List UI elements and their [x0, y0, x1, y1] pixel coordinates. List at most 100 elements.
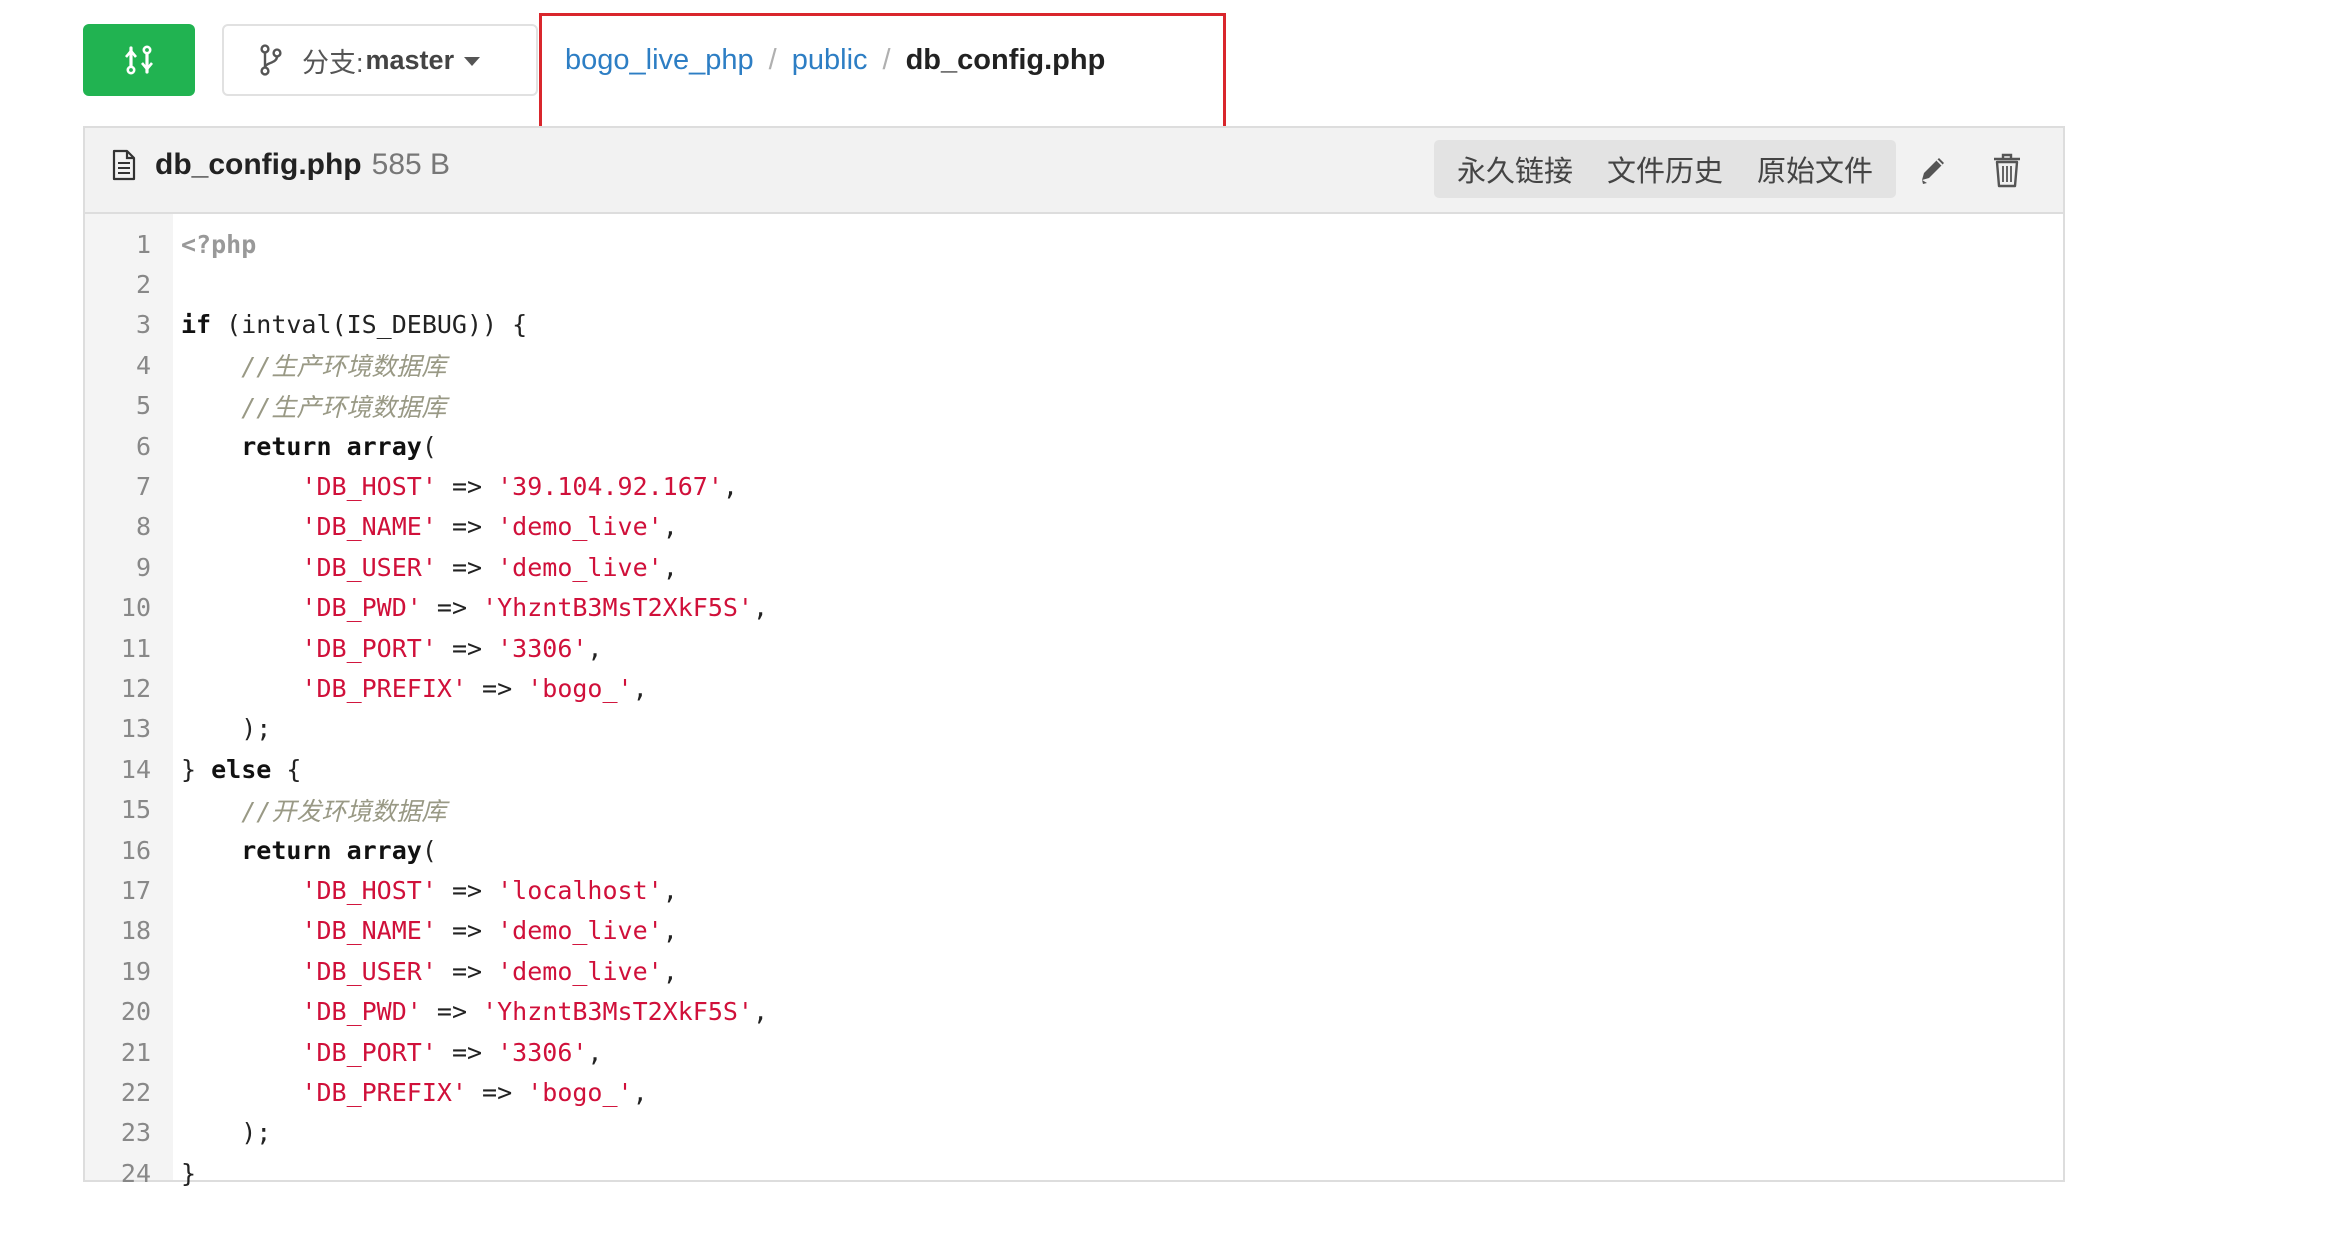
code-text: if (intval(IS_DEBUG)) {	[181, 310, 527, 339]
code-text: 'DB_PREFIX' => 'bogo_',	[181, 1078, 647, 1107]
code-token: '39.104.92.167'	[497, 472, 723, 502]
code-text: //开发环境数据库	[181, 792, 446, 828]
breadcrumb-repo-link[interactable]: bogo_live_php	[565, 44, 754, 77]
code-text: 'DB_PORT' => '3306',	[181, 1038, 602, 1067]
breadcrumb-separator: /	[768, 43, 777, 76]
code-text: //生产环境数据库	[181, 347, 446, 383]
line-number: 1	[135, 229, 151, 259]
code-token: 'DB_NAME'	[301, 512, 437, 542]
code-token: ,	[722, 472, 738, 502]
code-line: 17 'DB_HOST' => 'localhost',	[85, 870, 2063, 910]
code-token: }	[181, 754, 212, 784]
code-line: 24}	[85, 1153, 2063, 1193]
code-token: 'DB_PWD'	[301, 593, 422, 623]
code-token: 'DB_USER'	[301, 956, 437, 986]
code-token: (intval(IS_DEBUG)) {	[211, 310, 528, 340]
branch-selector[interactable]: 分支: master	[222, 24, 538, 96]
code-text: 'DB_NAME' => 'demo_live',	[181, 916, 678, 946]
code-token: (	[421, 431, 437, 461]
code-token: 'YhzntB3MsT2XkF5S'	[482, 997, 753, 1027]
code-token: 'DB_HOST'	[301, 472, 437, 502]
code-text: 'DB_HOST' => '39.104.92.167',	[181, 472, 738, 501]
line-number: 18	[120, 916, 151, 946]
code-text: 'DB_USER' => 'demo_live',	[181, 552, 677, 582]
code-token: 'DB_NAME'	[301, 916, 437, 946]
code-text: 'DB_PREFIX' => 'bogo_',	[181, 673, 647, 703]
branch-icon	[258, 43, 284, 77]
code-token: ,	[662, 956, 678, 986]
code-token: 'DB_PORT'	[301, 1037, 437, 1067]
file-size: 585 B	[371, 148, 451, 181]
code-token: '3306'	[497, 633, 588, 663]
code-token: '3306'	[497, 1037, 588, 1067]
line-number: 21	[120, 1037, 151, 1067]
code-token: ,	[587, 633, 603, 663]
line-number: 3	[135, 310, 151, 340]
code-token: 'DB_USER'	[301, 552, 437, 582]
code-token: ,	[753, 593, 769, 623]
code-line: 19 'DB_USER' => 'demo_live',	[85, 951, 2063, 991]
code-line: 14} else {	[85, 749, 2063, 789]
code-line: 10 'DB_PWD' => 'YhzntB3MsT2XkF5S',	[85, 588, 2063, 628]
raw-file-button[interactable]: 原始文件	[1740, 148, 1890, 190]
code-line: 23 );	[85, 1113, 2063, 1153]
trash-icon[interactable]	[1992, 152, 2022, 188]
line-number: 8	[135, 512, 151, 542]
code-token: 'demo_live'	[497, 916, 663, 946]
code-token: 'localhost'	[497, 875, 663, 905]
code-line: 5 //生产环境数据库	[85, 386, 2063, 426]
code-text: //生产环境数据库	[181, 388, 446, 424]
code-token: 'DB_PORT'	[301, 633, 437, 663]
permalink-button[interactable]: 永久链接	[1440, 148, 1590, 190]
code-token: ,	[753, 997, 769, 1027]
line-number: 11	[120, 633, 151, 663]
line-number: 20	[120, 997, 151, 1027]
code-text: 'DB_PORT' => '3306',	[181, 634, 602, 663]
code-text: );	[181, 1118, 271, 1147]
code-token: {	[271, 754, 302, 784]
code-line: 11 'DB_PORT' => '3306',	[85, 628, 2063, 668]
line-number: 10	[120, 593, 151, 623]
compare-button[interactable]	[83, 24, 195, 96]
code-token: =>	[436, 633, 498, 663]
code-token: =>	[421, 997, 483, 1027]
code-token: =>	[421, 593, 483, 623]
breadcrumb-folder-link[interactable]: public	[792, 44, 868, 77]
code-token: 'bogo_'	[527, 673, 633, 703]
code-token: //生产环境数据库	[241, 352, 447, 382]
code-text: );	[181, 714, 271, 743]
code-token: =>	[436, 875, 498, 905]
code-text: 'DB_NAME' => 'demo_live',	[181, 512, 677, 542]
code-token: =>	[436, 552, 498, 582]
code-token: return array	[241, 835, 422, 865]
code-line: 13 );	[85, 709, 2063, 749]
code-token: ,	[662, 916, 678, 946]
code-token: return array	[241, 431, 422, 461]
code-token: 'DB_HOST'	[301, 875, 437, 905]
line-number: 24	[120, 1158, 151, 1188]
compare-icon	[122, 43, 156, 77]
line-number: 23	[120, 1118, 151, 1148]
code-line: 1 <?php	[85, 224, 2063, 264]
branch-label: 分支:	[302, 47, 364, 78]
code-token: ,	[587, 1037, 603, 1067]
code-token: //开发环境数据库	[241, 796, 447, 826]
code-token: =>	[436, 472, 498, 502]
file-actions-group: 永久链接 文件历史 原始文件	[1434, 140, 1897, 198]
code-token: );	[181, 1118, 272, 1148]
code-token: 'demo_live'	[497, 512, 663, 542]
file-history-button[interactable]: 文件历史	[1590, 148, 1740, 190]
code-token: =>	[436, 916, 498, 946]
pencil-icon[interactable]	[1916, 154, 1950, 188]
branch-name: master	[365, 44, 455, 75]
